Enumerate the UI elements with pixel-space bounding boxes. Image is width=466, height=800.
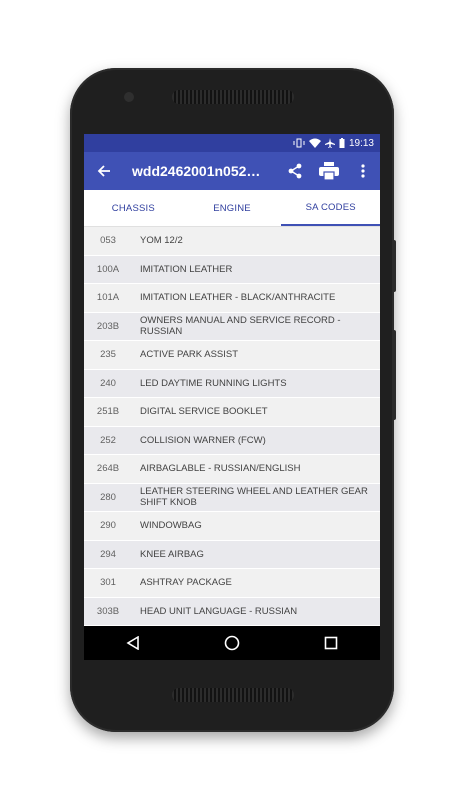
screen: 19:13 wdd2462001n052… CHASSIS ENGINE SA … — [84, 134, 380, 660]
app-bar: wdd2462001n052… — [84, 152, 380, 190]
more-vert-icon — [361, 164, 365, 178]
list-item[interactable]: 100A IMITATION LEATHER — [84, 255, 380, 284]
sa-code: 100A — [96, 263, 120, 275]
top-speaker — [172, 90, 294, 104]
nav-home-icon — [224, 635, 240, 651]
sa-code: 235 — [100, 349, 116, 361]
volume-button — [392, 240, 396, 292]
list-item[interactable]: 053 YOM 12/2 — [84, 227, 380, 256]
nav-recents-icon — [324, 636, 337, 650]
nav-recents-button[interactable] — [316, 628, 346, 658]
sa-description: DIGITAL SERVICE BOOKLET — [140, 406, 268, 418]
sa-code: 240 — [100, 377, 116, 389]
sa-description: LEATHER STEERING WHEEL AND LEATHER GEAR … — [140, 486, 368, 509]
sa-description: LED DAYTIME RUNNING LIGHTS — [140, 377, 287, 389]
tab-engine[interactable]: ENGINE — [183, 190, 282, 226]
list-item[interactable]: 252 COLLISION WARNER (FCW) — [84, 426, 380, 455]
sa-description: OWNERS MANUAL AND SERVICE RECORD - RUSSI… — [140, 315, 341, 338]
sa-description: IMITATION LEATHER - BLACK/ANTHRACITE — [140, 292, 336, 304]
list-item[interactable]: 280 LEATHER STEERING WHEEL AND LEATHER GE… — [84, 483, 380, 512]
page-title: wdd2462001n052… — [132, 163, 261, 179]
power-button — [392, 330, 396, 420]
sa-code: 053 — [100, 235, 116, 247]
status-time: 19:13 — [348, 137, 374, 149]
sa-code: 264B — [96, 463, 120, 475]
tab-chassis[interactable]: CHASSIS — [84, 190, 183, 226]
sa-code: 280 — [100, 491, 116, 503]
status-bar: 19:13 — [84, 134, 380, 152]
front-sensor — [124, 92, 134, 102]
airplane-icon — [324, 138, 335, 148]
nav-back-icon — [126, 636, 140, 650]
sa-description: HEAD UNIT LANGUAGE - RUSSIAN — [140, 605, 298, 617]
sa-description: WINDOWBAG — [140, 520, 202, 532]
wifi-icon — [308, 138, 321, 148]
list-item[interactable]: 303B HEAD UNIT LANGUAGE - RUSSIAN — [84, 597, 380, 626]
print-button[interactable] — [312, 152, 346, 190]
sa-description: IMITATION LEATHER — [140, 263, 233, 275]
list-item[interactable]: 294 KNEE AIRBAG — [84, 540, 380, 569]
bottom-speaker — [172, 688, 294, 702]
sa-description: COLLISION WARNER (FCW) — [140, 434, 266, 446]
list-item[interactable]: 251B DIGITAL SERVICE BOOKLET — [84, 398, 380, 427]
list-item[interactable]: 290 WINDOWBAG — [84, 512, 380, 541]
share-icon — [288, 163, 302, 179]
list-item[interactable]: 101A IMITATION LEATHER - BLACK/ANTHRACITE — [84, 284, 380, 313]
list-item[interactable]: 264B AIRBAGLABLE - RUSSIAN/ENGLISH — [84, 455, 380, 484]
nav-home-button[interactable] — [217, 628, 247, 658]
sa-code: 290 — [100, 520, 116, 532]
sa-description: ACTIVE PARK ASSIST — [140, 349, 239, 361]
sa-code: 252 — [100, 434, 116, 446]
back-arrow-icon — [97, 165, 110, 177]
sa-code: 294 — [100, 548, 116, 560]
back-button[interactable] — [84, 152, 124, 190]
sa-codes-list: 053 YOM 12/2 100A IMITATION LEATHER 101A IMIT… — [84, 227, 380, 655]
sa-description: KNEE AIRBAG — [140, 548, 204, 560]
tab-bar: CHASSIS ENGINE SA CODES — [84, 190, 380, 227]
sa-description: AIRBAGLABLE - RUSSIAN/ENGLISH — [140, 463, 301, 475]
sa-description: ASHTRAY PACKAGE — [140, 577, 232, 589]
nav-back-button[interactable] — [118, 628, 148, 658]
more-options-button[interactable] — [346, 152, 380, 190]
navigation-bar — [84, 626, 380, 660]
battery-icon — [339, 138, 345, 148]
sa-code: 251B — [96, 406, 120, 418]
tab-sa-codes[interactable]: SA CODES — [281, 190, 380, 226]
sa-description: YOM 12/2 — [140, 235, 183, 247]
sa-code: 301 — [100, 577, 116, 589]
print-icon — [319, 162, 339, 180]
sa-code: 303B — [96, 605, 120, 617]
vibrate-icon — [293, 138, 305, 148]
list-item[interactable]: 235 ACTIVE PARK ASSIST — [84, 341, 380, 370]
share-button[interactable] — [278, 152, 312, 190]
list-item[interactable]: 301 ASHTRAY PACKAGE — [84, 569, 380, 598]
list-item[interactable]: 203B OWNERS MANUAL AND SERVICE RECORD - R… — [84, 312, 380, 341]
sa-code: 203B — [96, 320, 120, 332]
sa-code: 101A — [96, 292, 120, 304]
list-item[interactable]: 240 LED DAYTIME RUNNING LIGHTS — [84, 369, 380, 398]
